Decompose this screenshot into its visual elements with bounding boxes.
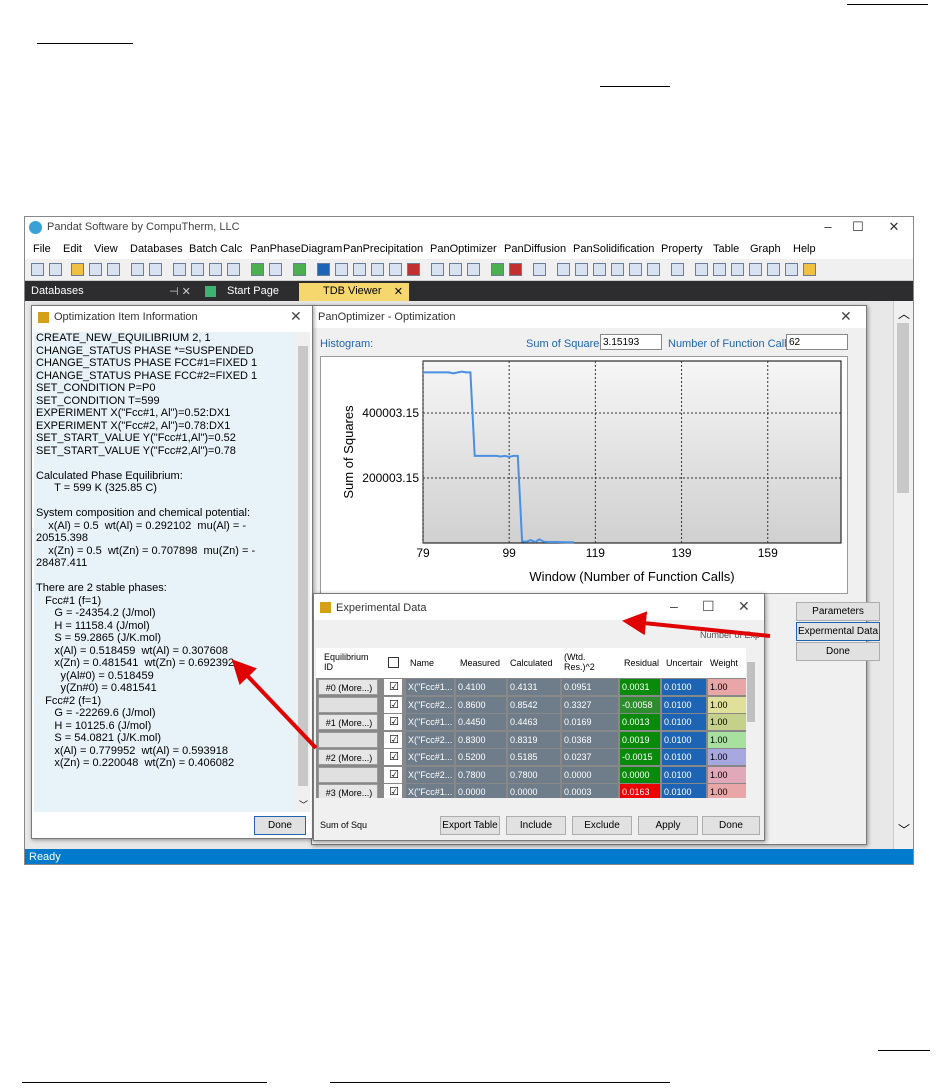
annotation-arrow: [622, 611, 771, 638]
annotation-arrow: [231, 659, 318, 750]
annotation-overlay: [231, 611, 771, 750]
